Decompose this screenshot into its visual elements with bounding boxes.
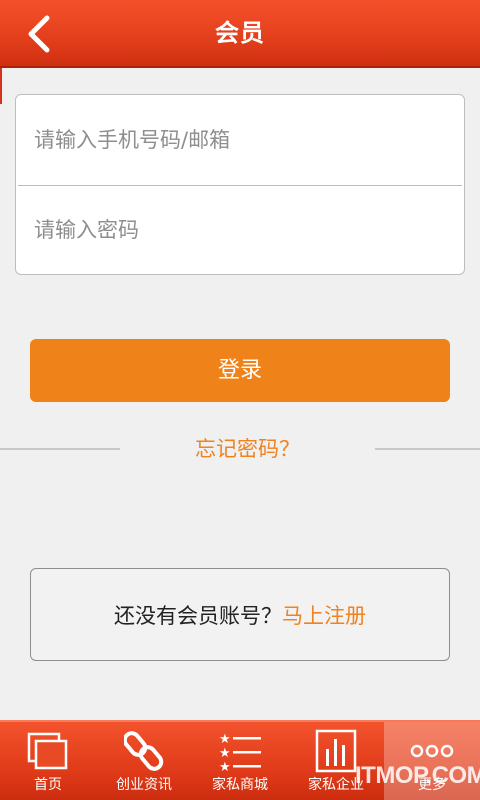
page-title: 会员 xyxy=(215,19,265,47)
bar-chart-icon xyxy=(315,729,357,773)
tab-news[interactable]: 创业资讯 xyxy=(96,722,192,800)
pages-icon xyxy=(27,732,68,770)
tab-mall[interactable]: ★ ★ ★ 家私商城 xyxy=(192,722,288,800)
divider-left xyxy=(0,448,120,450)
password-input[interactable] xyxy=(16,186,464,274)
divider-right xyxy=(375,448,480,450)
more-dots-icon xyxy=(410,744,454,758)
star-list-icon: ★ ★ ★ xyxy=(219,732,261,771)
register-link[interactable]: 马上注册 xyxy=(282,600,366,630)
svg-text:★: ★ xyxy=(219,746,231,761)
tab-home[interactable]: 首页 xyxy=(0,722,96,800)
register-box: 还没有会员账号？ 马上注册 xyxy=(30,568,450,661)
tab-label: 家私商城 xyxy=(212,777,268,793)
header-bar: 会员 xyxy=(0,0,480,68)
watermark: ITMOP.COM xyxy=(355,762,480,789)
tab-label: 首页 xyxy=(34,777,62,793)
svg-text:★: ★ xyxy=(219,732,231,747)
link-icon xyxy=(124,731,164,771)
register-prompt: 还没有会员账号？ xyxy=(114,603,282,628)
login-button[interactable]: 登录 xyxy=(30,339,450,402)
edge-accent xyxy=(0,68,2,104)
tab-label: 创业资讯 xyxy=(116,777,172,793)
phone-email-input[interactable] xyxy=(16,95,464,185)
svg-text:★: ★ xyxy=(219,760,231,771)
forgot-password-link[interactable]: 忘记密码？ xyxy=(120,431,375,467)
login-form xyxy=(15,94,465,275)
